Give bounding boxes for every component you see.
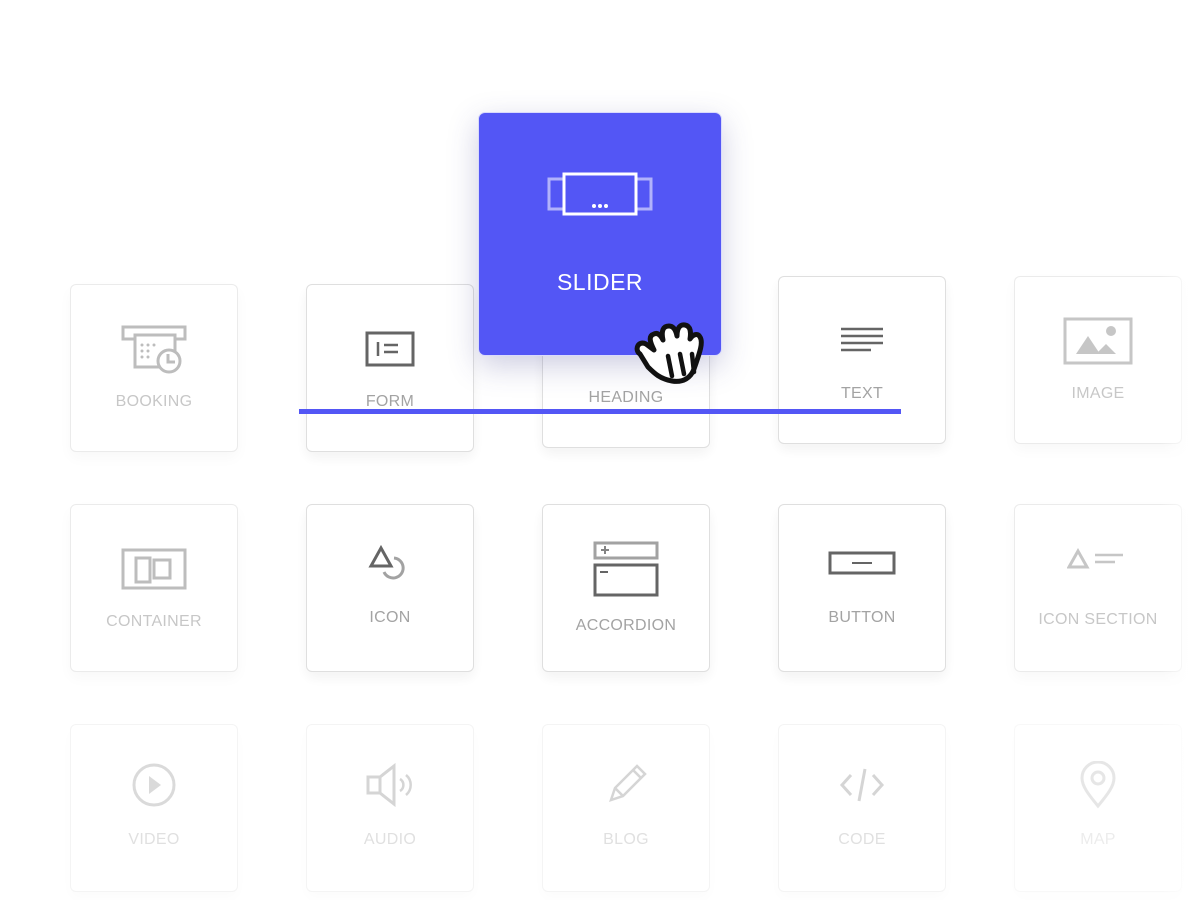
slider-icon [479,171,721,217]
widget-code[interactable]: CODE [778,724,946,892]
widget-icon[interactable]: ICON [306,504,474,672]
widget-label: ICON SECTION [1038,611,1158,628]
image-icon [1015,313,1181,369]
widget-video[interactable]: VIDEO [70,724,238,892]
widget-label: ICON [369,609,411,626]
map-pin-icon [1015,757,1181,813]
widget-label: VIDEO [128,831,180,848]
widget-label: SLIDER [556,269,644,295]
widget-accordion[interactable]: ACCORDION [542,504,710,672]
widget-label: BUTTON [828,609,896,626]
code-brackets-icon [779,757,945,813]
widget-container[interactable]: CONTAINER [70,504,238,672]
widget-icon-section[interactable]: ICON SECTION [1014,504,1182,672]
widget-button[interactable]: BUTTON [778,504,946,672]
widget-booking[interactable]: BOOKING [70,284,238,452]
widget-label: AUDIO [363,831,417,848]
text-lines-icon [779,313,945,369]
shapes-icon [307,535,473,591]
booking-calendar-clock-icon [71,321,237,377]
play-circle-icon [71,757,237,813]
widget-audio[interactable]: AUDIO [306,724,474,892]
button-icon [779,535,945,591]
widget-label: TEXT [840,385,884,402]
widget-map[interactable]: MAP [1014,724,1182,892]
pencil-icon [543,757,709,813]
accordion-icon [543,541,709,597]
widget-image[interactable]: IMAGE [1014,276,1182,444]
widget-label: BOOKING [115,393,193,410]
widget-blog[interactable]: BLOG [542,724,710,892]
widget-label: BLOG [603,831,649,848]
edge-fade [1160,0,1200,900]
form-icon [307,321,473,377]
widget-label: CONTAINER [106,613,202,630]
container-columns-icon [71,541,237,597]
speaker-icon [307,757,473,813]
icon-section-icon [1015,533,1181,589]
widget-text[interactable]: TEXT [778,276,946,444]
drop-indicator-line [299,409,901,414]
widget-label: ACCORDION [575,617,677,634]
widget-form[interactable]: FORM [306,284,474,452]
widget-label: CODE [838,831,886,848]
widget-label: IMAGE [1071,385,1125,402]
grab-hand-cursor-icon [628,312,720,399]
widget-label: MAP [1080,831,1116,848]
